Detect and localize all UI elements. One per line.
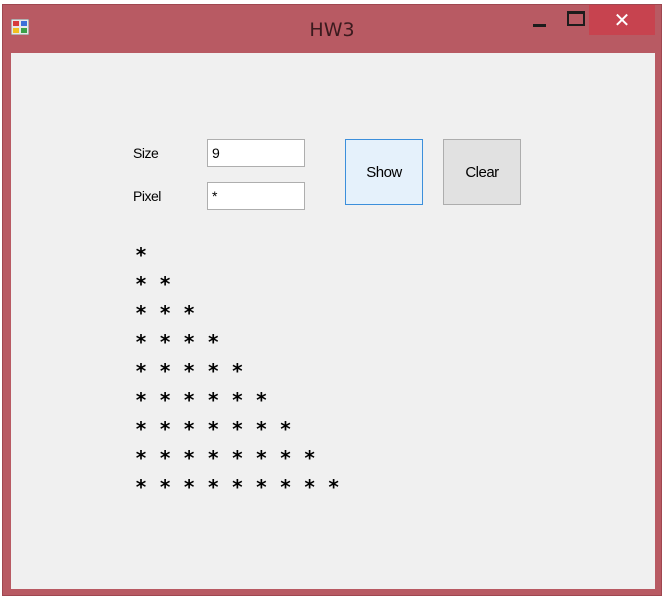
output-line: * <box>135 243 148 267</box>
pattern-output: * * * * * * * * * * * * * * * * * * * * … <box>135 241 340 502</box>
pixel-label: Pixel <box>133 188 161 204</box>
pixel-input[interactable] <box>207 182 305 210</box>
maximize-icon <box>567 11 585 26</box>
output-line: * * * * * <box>135 359 244 383</box>
clear-button[interactable]: Clear <box>443 139 521 205</box>
main-window: HW3 ✕ Size Pixel Show Clear * * * * * * … <box>2 4 662 596</box>
title-bar[interactable]: HW3 ✕ <box>3 5 661 51</box>
form-client-area: Size Pixel Show Clear * * * * * * * * * … <box>11 53 655 589</box>
output-line: * * <box>135 272 172 296</box>
show-button[interactable]: Show <box>345 139 423 205</box>
size-label: Size <box>133 145 159 161</box>
close-button[interactable]: ✕ <box>589 5 655 35</box>
output-line: * * * * <box>135 330 220 354</box>
output-line: * * * <box>135 301 196 325</box>
size-input[interactable] <box>207 139 305 167</box>
close-icon: ✕ <box>613 8 631 32</box>
output-line: * * * * * * * <box>135 417 292 441</box>
minimize-icon <box>533 24 546 27</box>
output-line: * * * * * * <box>135 388 268 412</box>
output-line: * * * * * * * * * <box>135 475 340 499</box>
maximize-button[interactable] <box>557 5 591 35</box>
minimize-button[interactable] <box>521 5 557 35</box>
output-line: * * * * * * * * <box>135 446 316 470</box>
